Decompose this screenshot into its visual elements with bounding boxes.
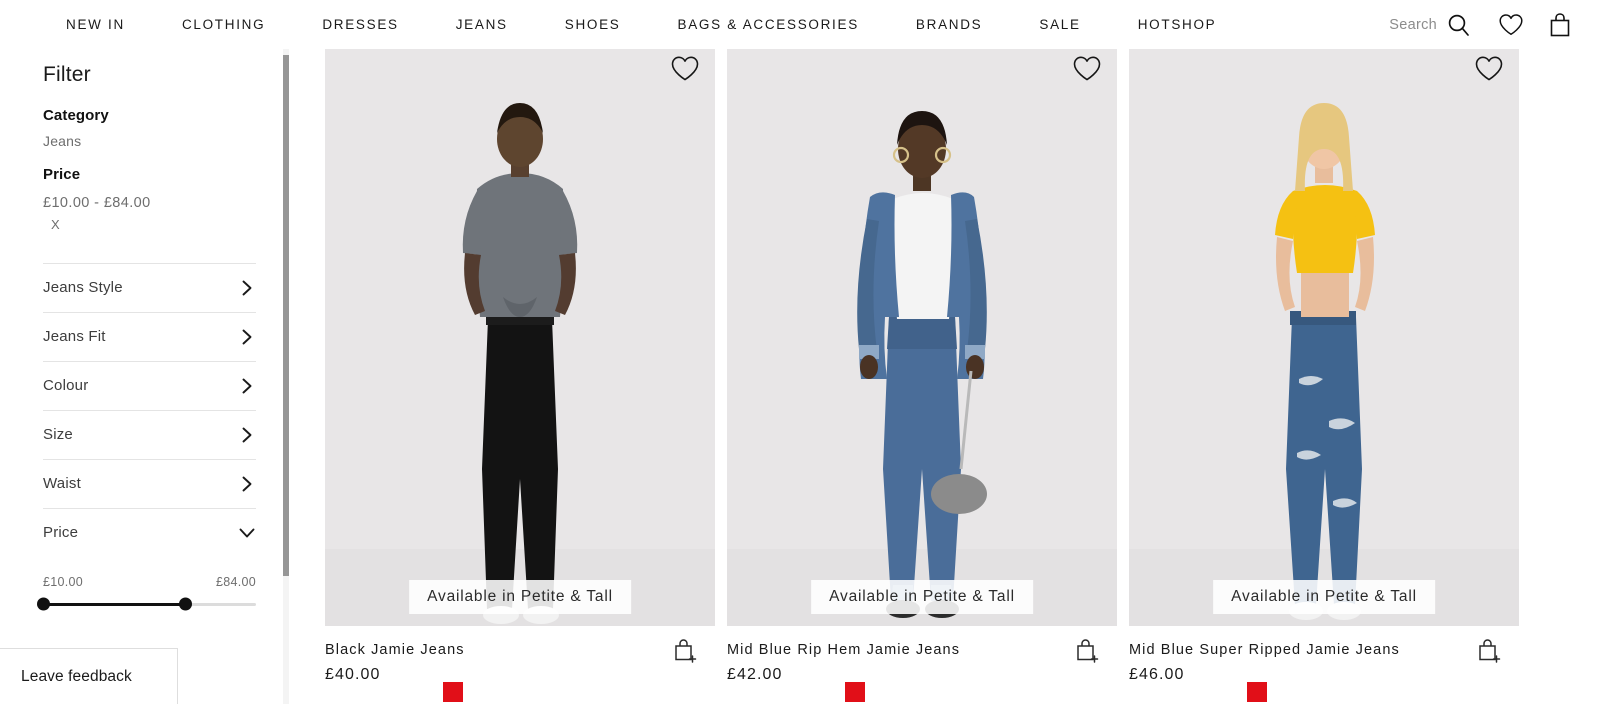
price-range-slider: £10.00 £84.00 <box>36 557 256 611</box>
wishlist-icon[interactable] <box>668 52 702 86</box>
filter-sidebar: Filter Category Jeans Price £10.00 - £84… <box>0 49 289 704</box>
filter-label-jeans-fit: Jeans Fit <box>43 328 106 346</box>
product-grid: Available in Petite & Tall Black Jamie J… <box>325 49 1600 704</box>
nav-shoes[interactable]: SHOES <box>565 17 621 32</box>
applied-filter-price: Price £10.00 - £84.00 X <box>43 166 256 237</box>
product-title[interactable]: Mid Blue Super Ripped Jamie Jeans <box>1129 642 1519 659</box>
chevron-right-icon <box>238 475 256 493</box>
filter-row-jeans-style[interactable]: Jeans Style <box>43 262 256 312</box>
price-slider-handle-min[interactable] <box>36 597 50 611</box>
wishlist-icon[interactable] <box>1472 52 1506 86</box>
filter-label-jeans-style: Jeans Style <box>43 279 123 297</box>
filter-accordion: Jeans Style Jeans Fit Colour Size Waist … <box>36 262 256 611</box>
product-title[interactable]: Mid Blue Rip Hem Jamie Jeans <box>727 642 1117 659</box>
search-icon[interactable] <box>1446 12 1472 38</box>
product-badge: Available in Petite & Tall <box>1213 580 1435 614</box>
product-price: £42.00 <box>727 666 783 684</box>
product-price: £40.00 <box>325 666 381 684</box>
nav-brands[interactable]: BRANDS <box>916 17 982 32</box>
price-slider-track[interactable] <box>36 597 256 611</box>
price-slider-handle-max[interactable] <box>179 597 193 611</box>
bag-add-icon[interactable] <box>671 636 701 666</box>
sidebar-scrollbar-thumb[interactable] <box>283 55 289 576</box>
product-title[interactable]: Black Jamie Jeans <box>325 642 715 659</box>
colour-swatch[interactable] <box>443 682 463 702</box>
category-value[interactable]: Jeans <box>43 133 256 149</box>
shopping-bag-icon[interactable] <box>1548 12 1572 38</box>
product-card: Available in Petite & Tall Mid Blue Rip … <box>727 49 1117 702</box>
price-filter-chip: £10.00 - £84.00 X <box>43 192 256 237</box>
leave-feedback-label: Leave feedback <box>21 667 132 685</box>
chevron-right-icon <box>238 279 256 297</box>
price-slider-labels: £10.00 £84.00 <box>43 575 256 589</box>
nav-sale[interactable]: SALE <box>1039 17 1080 32</box>
price-slider-max-label: £84.00 <box>215 574 256 589</box>
colour-swatches <box>1247 682 1275 702</box>
colour-swatches <box>443 682 471 702</box>
bag-add-icon[interactable] <box>1073 636 1103 666</box>
filter-row-colour[interactable]: Colour <box>43 360 256 410</box>
filter-label-size: Size <box>43 426 73 444</box>
product-price: £46.00 <box>1129 666 1185 684</box>
nav-clothing[interactable]: CLOTHING <box>182 17 265 32</box>
chevron-right-icon <box>238 426 256 444</box>
product-image[interactable]: Available in Petite & Tall <box>727 49 1117 626</box>
nav-bags-accessories[interactable]: BAGS & ACCESSORIES <box>678 17 859 32</box>
main-navigation: NEW IN CLOTHING DRESSES JEANS SHOES BAGS… <box>66 17 1216 32</box>
chevron-right-icon <box>238 328 256 346</box>
product-info: Mid Blue Rip Hem Jamie Jeans £42.00 <box>727 626 1117 702</box>
filter-panel-title: Filter <box>43 63 91 86</box>
product-badge: Available in Petite & Tall <box>811 580 1033 614</box>
bag-add-icon[interactable] <box>1475 636 1505 666</box>
leave-feedback-button[interactable]: Leave feedback <box>0 648 178 704</box>
filter-label-waist: Waist <box>43 475 81 493</box>
site-header: NEW IN CLOTHING DRESSES JEANS SHOES BAGS… <box>0 0 1600 49</box>
price-heading: Price <box>43 166 81 183</box>
product-info: Black Jamie Jeans £40.00 <box>325 626 715 702</box>
product-badge: Available in Petite & Tall <box>409 580 631 614</box>
filter-label-colour: Colour <box>43 377 89 395</box>
nav-jeans[interactable]: JEANS <box>456 17 508 32</box>
nav-new-in[interactable]: NEW IN <box>66 17 125 32</box>
filter-row-size[interactable]: Size <box>43 409 256 459</box>
header-actions: Search <box>1389 0 1572 49</box>
product-info: Mid Blue Super Ripped Jamie Jeans £46.00 <box>1129 626 1519 702</box>
filter-row-price[interactable]: Price <box>43 507 256 557</box>
product-image[interactable]: Available in Petite & Tall <box>325 49 715 626</box>
chevron-right-icon <box>238 377 256 395</box>
colour-swatch[interactable] <box>845 682 865 702</box>
nav-hotshop[interactable]: HOTSHOP <box>1138 17 1217 32</box>
price-range-value: £10.00 - £84.00 <box>43 195 151 211</box>
product-card: Available in Petite & Tall Mid Blue Supe… <box>1129 49 1519 702</box>
remove-price-filter-button[interactable]: X <box>51 215 60 235</box>
applied-filter-category: Category Jeans <box>43 107 256 149</box>
price-slider-min-label: £10.00 <box>43 574 84 589</box>
product-image[interactable]: Available in Petite & Tall <box>1129 49 1519 626</box>
filter-label-price: Price <box>43 524 79 542</box>
colour-swatch[interactable] <box>1247 682 1267 702</box>
chevron-down-icon <box>238 524 256 542</box>
category-heading: Category <box>43 107 109 124</box>
nav-dresses[interactable]: DRESSES <box>322 17 398 32</box>
search-label[interactable]: Search <box>1389 17 1437 33</box>
wishlist-icon[interactable] <box>1070 52 1104 86</box>
filter-row-waist[interactable]: Waist <box>43 458 256 508</box>
product-card: Available in Petite & Tall Black Jamie J… <box>325 49 715 702</box>
filter-row-jeans-fit[interactable]: Jeans Fit <box>43 311 256 361</box>
heart-icon[interactable] <box>1498 13 1524 37</box>
colour-swatches <box>845 682 873 702</box>
price-slider-fill <box>43 602 186 606</box>
